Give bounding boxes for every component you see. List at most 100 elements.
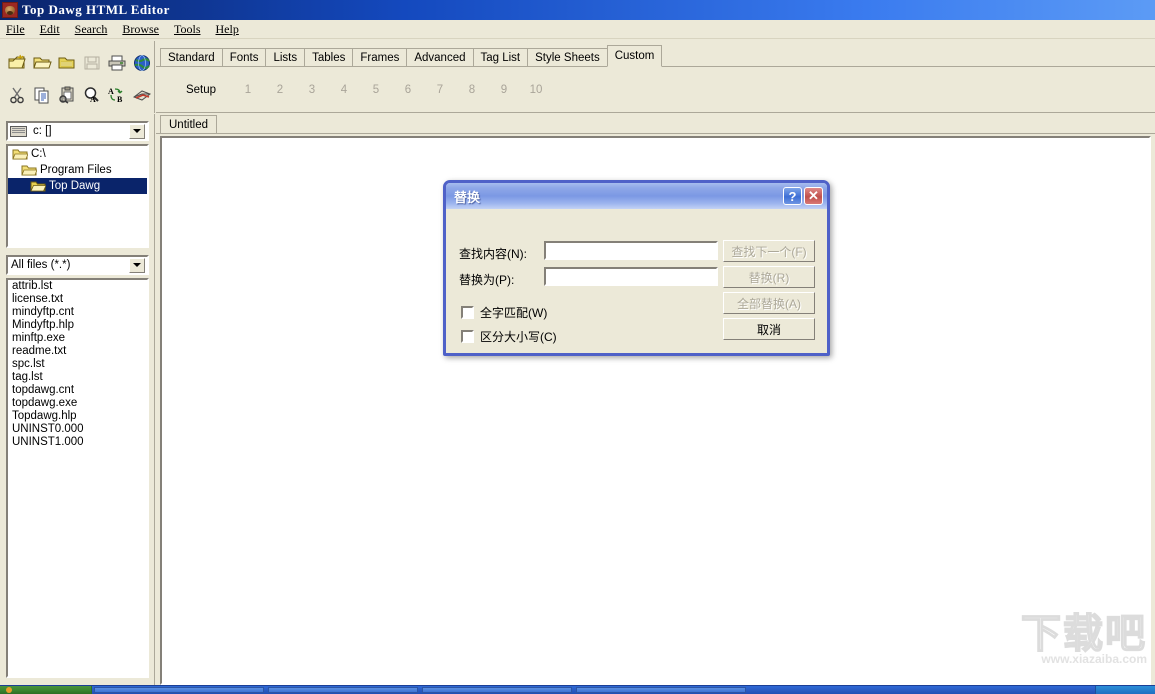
tree-item-program-files[interactable]: Program Files: [8, 162, 147, 178]
replace-all-button[interactable]: 全部替换(A): [723, 292, 815, 314]
window-title: Top Dawg HTML Editor: [22, 2, 170, 17]
custom-slot-3[interactable]: 3: [296, 84, 328, 96]
tab-fonts[interactable]: Fonts: [221, 48, 267, 67]
file-list[interactable]: attrib.lst license.txt mindyftp.cnt Mind…: [6, 278, 149, 678]
replace-with-field[interactable]: [546, 270, 716, 286]
find-what-label: 查找内容(N):: [459, 247, 527, 261]
document-tab-divider: [156, 133, 1155, 134]
list-item[interactable]: tag.lst: [8, 371, 147, 384]
svg-text:B: B: [117, 95, 123, 104]
system-tray[interactable]: [1095, 686, 1155, 694]
list-item[interactable]: license.txt: [8, 293, 147, 306]
find-what-input[interactable]: [544, 241, 718, 260]
list-item[interactable]: attrib.lst: [8, 280, 147, 293]
custom-slot-8[interactable]: 8: [456, 84, 488, 96]
tab-tables[interactable]: Tables: [304, 48, 354, 67]
cut-icon[interactable]: [5, 83, 30, 107]
list-item[interactable]: Topdawg.hlp: [8, 410, 147, 423]
list-item[interactable]: spc.lst: [8, 358, 147, 371]
find-icon[interactable]: A: [79, 83, 104, 107]
taskbar-item[interactable]: [422, 687, 572, 693]
match-case-checkbox[interactable]: 区分大小写(C): [461, 328, 557, 345]
custom-slot-2[interactable]: 2: [264, 84, 296, 96]
replace-button[interactable]: 替换(R): [723, 266, 815, 288]
document-tab-row: Untitled: [156, 113, 1155, 134]
menu-item-tools[interactable]: Tools: [168, 21, 210, 38]
folder-icon[interactable]: [55, 51, 80, 75]
directory-tree[interactable]: C:\ Program Files Top Dawg: [6, 144, 149, 248]
list-item[interactable]: topdawg.cnt: [8, 384, 147, 397]
drive-select-value: c: []: [33, 125, 52, 137]
menu-item-edit[interactable]: Edit: [34, 21, 69, 38]
dialog-title: 替换: [454, 189, 481, 205]
find-what-field[interactable]: [546, 244, 716, 260]
document-tab-untitled[interactable]: Untitled: [160, 115, 217, 133]
open-folder-icon[interactable]: [30, 51, 55, 75]
menu-item-file[interactable]: File: [0, 21, 34, 38]
copy-icon[interactable]: [30, 83, 55, 107]
tab-standard[interactable]: Standard: [160, 48, 223, 67]
tab-tag-list[interactable]: Tag List: [472, 48, 529, 67]
paste-icon[interactable]: [55, 83, 80, 107]
file-filter-value: All files (*.*): [11, 259, 71, 271]
taskbar-item[interactable]: [268, 687, 418, 693]
menu-help-label: Help: [215, 21, 239, 36]
dialog-body: 查找内容(N): 替换为(P): 全字匹配(W) 区分大小写(C) 查找下一个(…: [446, 209, 827, 353]
tree-item-top-dawg[interactable]: Top Dawg: [8, 178, 147, 194]
checkbox-box[interactable]: [461, 330, 474, 343]
list-item[interactable]: Mindyftp.hlp: [8, 319, 147, 332]
category-tabs: Standard Fonts Lists Tables Frames Advan…: [160, 45, 663, 67]
windows-taskbar: [0, 685, 1155, 694]
taskbar-item[interactable]: [94, 687, 264, 693]
start-button[interactable]: [0, 686, 92, 694]
checkbox-box[interactable]: [461, 306, 474, 319]
list-item[interactable]: readme.txt: [8, 345, 147, 358]
list-item[interactable]: mindyftp.cnt: [8, 306, 147, 319]
taskbar-spacer: [748, 686, 1095, 694]
tree-item-root[interactable]: C:\: [8, 146, 147, 162]
menu-item-help[interactable]: Help: [210, 21, 248, 38]
list-item[interactable]: UNINST0.000: [8, 423, 147, 436]
taskbar-item[interactable]: [576, 687, 746, 693]
main-toolbar: A A B: [0, 41, 155, 113]
close-icon[interactable]: ✕: [804, 187, 823, 205]
custom-slot-4[interactable]: 4: [328, 84, 360, 96]
tab-advanced[interactable]: Advanced: [406, 48, 474, 67]
chevron-down-icon[interactable]: [129, 123, 145, 139]
tab-style-sheets[interactable]: Style Sheets: [527, 48, 608, 67]
replace-with-input[interactable]: [544, 267, 718, 286]
menu-bar: File Edit Search Browse Tools Help: [0, 20, 1155, 39]
menu-item-browse[interactable]: Browse: [116, 21, 168, 38]
drive-select[interactable]: c: []: [6, 121, 149, 141]
tab-frames[interactable]: Frames: [352, 48, 408, 67]
custom-slot-5[interactable]: 5: [360, 84, 392, 96]
find-next-button[interactable]: 查找下一个(F): [723, 240, 815, 262]
spellcheck-icon[interactable]: [129, 83, 154, 107]
file-filter-select[interactable]: All files (*.*): [6, 255, 149, 275]
dialog-title-bar: 替换 ? ✕: [446, 183, 827, 209]
new-file-icon[interactable]: [5, 51, 30, 75]
custom-slot-9[interactable]: 9: [488, 84, 520, 96]
open-folder-icon: [30, 180, 46, 193]
chevron-down-icon[interactable]: [129, 257, 145, 273]
whole-word-checkbox[interactable]: 全字匹配(W): [461, 304, 547, 321]
custom-slot-6[interactable]: 6: [392, 84, 424, 96]
list-item[interactable]: minftp.exe: [8, 332, 147, 345]
menu-browse-label: Browse: [122, 21, 159, 36]
custom-slot-1[interactable]: 1: [232, 84, 264, 96]
custom-slot-7[interactable]: 7: [424, 84, 456, 96]
print-icon[interactable]: [104, 51, 129, 75]
list-item[interactable]: topdawg.exe: [8, 397, 147, 410]
cancel-button[interactable]: 取消: [723, 318, 815, 340]
list-item[interactable]: UNINST1.000: [8, 436, 147, 449]
custom-slot-10[interactable]: 10: [520, 84, 552, 96]
browse-globe-icon[interactable]: [129, 51, 154, 75]
tab-lists[interactable]: Lists: [265, 48, 306, 67]
replace-icon[interactable]: A B: [104, 83, 129, 107]
title-bar: Top Dawg HTML Editor: [0, 0, 1155, 20]
tab-custom[interactable]: Custom: [606, 45, 663, 67]
menu-item-search[interactable]: Search: [69, 21, 117, 38]
custom-setup-button[interactable]: Setup: [170, 84, 232, 96]
help-icon[interactable]: ?: [783, 187, 802, 205]
save-icon: [79, 51, 104, 75]
